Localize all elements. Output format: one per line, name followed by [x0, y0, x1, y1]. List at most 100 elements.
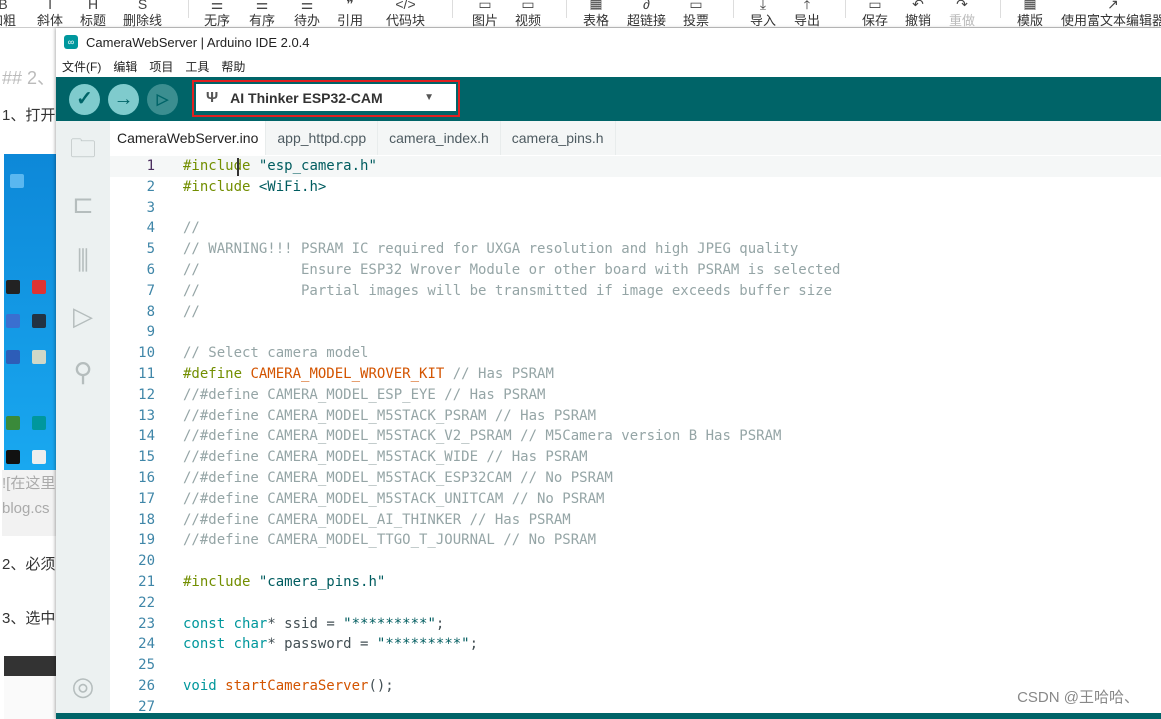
token-kw: char — [233, 615, 268, 632]
menu-sketch[interactable]: 项目 — [149, 58, 173, 75]
menu-file[interactable]: 文件(F) — [62, 58, 101, 75]
code-text: // Ensure ESP32 Wrover Module or other b… — [183, 260, 840, 281]
toolbar-button-strikethrough[interactable]: S 删除线 — [123, 0, 162, 28]
board-manager-icon[interactable]: ⊏ — [68, 189, 98, 219]
toolbar-button-heading[interactable]: H 标题 — [80, 0, 106, 28]
line-number: 18 — [138, 511, 155, 528]
token-str: <WiFi.h> — [258, 178, 327, 195]
toolbar-button-video[interactable]: ▭ 视频 — [515, 0, 541, 28]
toolbar-button-link[interactable]: ∂ 超链接 — [627, 0, 666, 28]
menu-tools[interactable]: 工具 — [185, 58, 209, 75]
toolbar-button-template[interactable]: ▦ 模版 — [1017, 0, 1043, 28]
toolbar-label: 使用富文本编辑器 — [1061, 13, 1161, 28]
code-text: #include "esp_camera.h" — [183, 156, 377, 177]
debug-button[interactable]: ▷ — [147, 84, 178, 115]
code-line: 24 const char* password = "*********"; — [110, 634, 1161, 655]
code-line: 5 // WARNING!!! PSRAM IC required for UXG… — [110, 239, 1161, 260]
toolbar-label: 超链接 — [627, 13, 667, 28]
line-number: 26 — [138, 678, 155, 694]
article-step-2: 2、必须 — [2, 556, 56, 573]
search-icon[interactable]: ⚲ — [68, 357, 98, 387]
code-text: const char* ssid = "*********"; — [183, 614, 444, 635]
code-text: #define CAMERA_MODEL_WROVER_KIT // Has P… — [183, 364, 554, 385]
rich-text-icon: ↗ — [1107, 0, 1119, 10]
menu-help[interactable]: 帮助 — [221, 58, 245, 75]
code-editor[interactable]: 1 #include "esp_camera.h" 2 #include <WiFi.… — [110, 155, 1161, 713]
code-line: 25 — [110, 655, 1161, 676]
verify-button[interactable]: ✓ — [69, 84, 100, 115]
export-icon: ⤒ — [803, 0, 811, 10]
line-number: 20 — [138, 553, 155, 570]
toolbar-button-bold[interactable]: B 加粗 — [0, 0, 16, 28]
code-line: 10 // Select camera model — [110, 343, 1161, 364]
toolbar-label: 导出 — [794, 13, 821, 28]
toolbar-button-vote[interactable]: ▭ 投票 — [683, 0, 709, 28]
menu-edit[interactable]: 编辑 — [113, 58, 137, 75]
quote-icon: ❞ — [346, 0, 354, 10]
code-line: 20 — [110, 551, 1161, 572]
toolbar-button-save[interactable]: ▭ 保存 — [862, 0, 888, 28]
code-line: 2 #include <WiFi.h> — [110, 177, 1161, 198]
template-icon: ▦ — [1023, 0, 1037, 10]
toolbar-button-import[interactable]: ⤓ 导入 — [750, 0, 776, 28]
upload-button[interactable]: → — [108, 84, 139, 115]
token-com: //#define CAMERA_MODEL_TTGO_T_JOURNAL //… — [183, 532, 597, 549]
code-line: 14 //#define CAMERA_MODEL_M5STACK_V2_PSRA… — [110, 426, 1161, 447]
save-icon: ▭ — [868, 0, 882, 10]
board-selector[interactable]: Ψ AI Thinker ESP32-CAM ▼ — [196, 84, 456, 111]
toolbar-button-export[interactable]: ⤒ 导出 — [794, 0, 820, 28]
tab-camera-index-h[interactable]: camera_index.h — [378, 121, 501, 155]
toolbar-label: 删除线 — [123, 13, 163, 28]
code-line: 9 — [110, 322, 1161, 343]
toolbar-button-undo[interactable]: ↶ 撤销 — [905, 0, 931, 28]
code-line: 22 — [110, 593, 1161, 614]
toolbar-button-unordered-list[interactable]: ☰ 无序 — [204, 0, 230, 28]
heading-icon: H — [87, 0, 99, 10]
token-com: //#define CAMERA_MODEL_M5STACK_UNITCAM /… — [183, 490, 605, 507]
toolbar-button-image[interactable]: ▭ 图片 — [472, 0, 498, 28]
toolbar-divider — [733, 0, 734, 18]
account-icon[interactable]: ◎ — [68, 671, 98, 701]
link-icon: ∂ — [643, 0, 650, 10]
token-plain: (); — [368, 678, 394, 694]
bold-icon: B — [0, 0, 8, 10]
library-manager-icon[interactable]: ⫼ — [68, 245, 98, 275]
tab-camera-pins-h[interactable]: camera_pins.h — [501, 121, 616, 155]
folder-icon[interactable]: 🗀 — [68, 133, 98, 163]
code-text: // Select camera model — [183, 343, 368, 364]
code-line: 15 //#define CAMERA_MODEL_M5STACK_WIDE //… — [110, 447, 1161, 468]
toolbar-button-quote[interactable]: ❞ 引用 — [337, 0, 363, 28]
toolbar-label: 模版 — [1017, 13, 1044, 28]
line-number: 4 — [146, 220, 155, 237]
code-line: 3 — [110, 198, 1161, 219]
line-number: 24 — [138, 636, 155, 653]
debug-sidebar-icon[interactable]: ▷ — [68, 301, 98, 331]
code-line: 21 #include "camera_pins.h" — [110, 572, 1161, 593]
line-number: 5 — [146, 241, 155, 258]
tab-app-httpd-cpp[interactable]: app_httpd.cpp — [266, 121, 379, 155]
toolbar-label: 加粗 — [0, 13, 17, 28]
toolbar-button-code-block[interactable]: </> 代码块 — [386, 0, 425, 28]
toolbar-divider — [188, 0, 189, 18]
toolbar-button-table[interactable]: ▦ 表格 — [583, 0, 609, 28]
toolbar-button-italic[interactable]: I 斜体 — [37, 0, 63, 28]
tab-camerawebserver-ino[interactable]: CameraWebServer.ino — [110, 121, 267, 155]
line-number: 1 — [146, 158, 155, 174]
code-text: void startCameraServer(); — [183, 676, 394, 697]
code-line: 18 //#define CAMERA_MODEL_AI_THINKER // H… — [110, 510, 1161, 531]
desktop-screenshot-image — [4, 154, 56, 470]
token-com: // — [183, 303, 200, 320]
code-text: //#define CAMERA_MODEL_M5STACK_ESP32CAM … — [183, 468, 613, 489]
line-number: 22 — [138, 594, 155, 611]
toolbar-button-rich-text[interactable]: ↗ 使用富文本编辑器 — [1061, 0, 1161, 28]
toolbar-button-todo[interactable]: ☰ 待办 — [294, 0, 320, 28]
token-str: "*********" — [376, 636, 470, 653]
line-number: 3 — [146, 199, 155, 216]
code-text: // — [183, 302, 200, 323]
token-com: // Has PSRAM — [444, 366, 554, 382]
toolbar-button-ordered-list[interactable]: ☰ 有序 — [249, 0, 275, 28]
toolbar-button-redo[interactable]: ↷ 重做 — [949, 0, 975, 28]
token-com: //#define CAMERA_MODEL_M5STACK_V2_PSRAM … — [183, 428, 782, 445]
